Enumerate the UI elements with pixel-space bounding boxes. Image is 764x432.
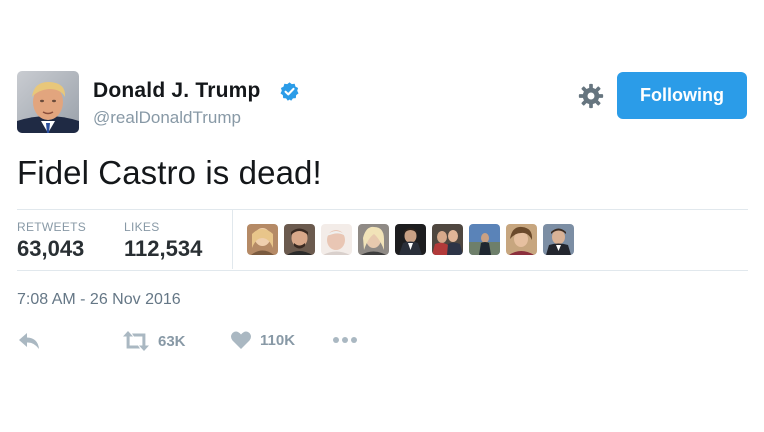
like-button[interactable]: 110K — [230, 330, 295, 350]
liker-avatar[interactable] — [506, 224, 537, 255]
like-count: 110K — [260, 331, 296, 349]
liker-avatar[interactable] — [321, 224, 352, 255]
tweet-text: Fidel Castro is dead! — [17, 154, 322, 191]
liker-avatar[interactable] — [543, 224, 574, 255]
heart-icon — [231, 331, 251, 349]
tweet-timestamp[interactable]: 7:08 AM - 26 Nov 2016 — [17, 291, 181, 309]
retweet-count: 63K — [158, 332, 186, 350]
retweet-icon — [123, 331, 149, 351]
verified-badge-icon — [280, 82, 299, 101]
author-handle[interactable]: @realDonaldTrump — [93, 108, 241, 128]
reply-icon — [19, 333, 39, 349]
gear-icon[interactable] — [578, 83, 604, 109]
divider-bottom — [17, 270, 748, 271]
retweets-count[interactable]: 63,043 — [17, 236, 84, 262]
more-button[interactable] — [332, 336, 358, 344]
likes-count[interactable]: 112,534 — [124, 236, 202, 262]
liker-avatar[interactable] — [284, 224, 315, 255]
liker-avatar[interactable] — [469, 224, 500, 255]
liker-avatar[interactable] — [395, 224, 426, 255]
retweet-button[interactable]: 63K — [122, 330, 186, 352]
avatar[interactable] — [17, 71, 79, 133]
retweets-label: RETWEETS — [17, 220, 87, 234]
author-name[interactable]: Donald J. Trump — [93, 79, 261, 103]
liker-avatar[interactable] — [432, 224, 463, 255]
stats-separator — [232, 210, 233, 269]
liker-avatar[interactable] — [247, 224, 278, 255]
reply-button[interactable] — [17, 330, 41, 352]
likes-label: LIKES — [124, 220, 160, 234]
divider-top — [17, 209, 748, 210]
more-icon — [333, 337, 357, 343]
following-button[interactable]: Following — [617, 72, 747, 119]
liker-avatar[interactable] — [358, 224, 389, 255]
liker-avatars — [247, 224, 574, 255]
